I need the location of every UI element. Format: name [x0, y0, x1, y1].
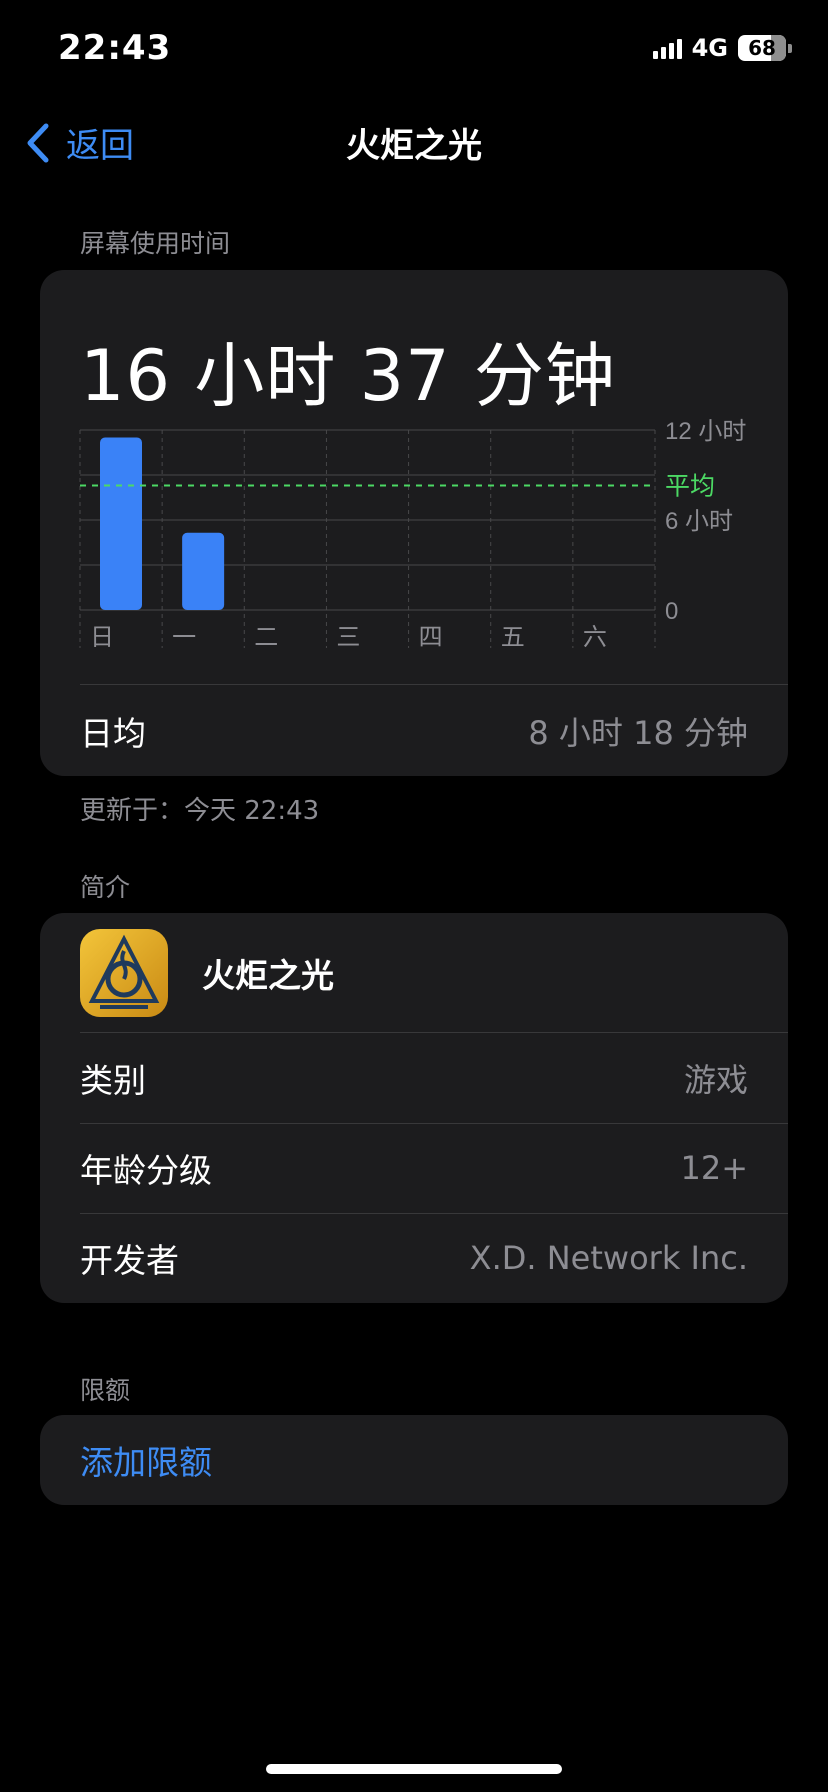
bar-1 — [182, 532, 225, 610]
bar-0 — [100, 437, 142, 610]
age-rating-label: 年龄分级 — [80, 1151, 212, 1190]
add-limit-button[interactable]: 添加限额 — [80, 1415, 212, 1505]
screen-time-section-header: 屏幕使用时间 — [80, 229, 231, 258]
status-time: 22:43 — [58, 28, 172, 68]
category-label: 类别 — [80, 1061, 146, 1100]
x-tick-label: 六 — [583, 624, 607, 650]
developer-value: X.D. Network Inc. — [469, 1239, 748, 1277]
battery-tip — [788, 43, 792, 53]
y-tick-label: 6 小时 — [665, 508, 733, 535]
category-value: 游戏 — [683, 1061, 748, 1099]
x-tick-label: 五 — [501, 624, 525, 650]
app-name: 火炬之光 — [202, 956, 334, 995]
screen-time-card: 16 小时 37 分钟 平均 12 小时 6 小时 0 日一二三四五六 日均 8 小时 … — [40, 270, 788, 776]
battery-level: 68 — [748, 36, 776, 60]
x-tick-label: 日 — [90, 624, 114, 650]
divider — [80, 684, 788, 685]
updated-timestamp: 更新于：今天 22:43 — [80, 796, 320, 826]
average-label: 平均 — [665, 473, 715, 501]
network-type: 4G — [691, 34, 728, 62]
cellular-signal-icon — [652, 37, 682, 59]
home-indicator[interactable] — [266, 1764, 562, 1774]
y-tick-label: 12 小时 — [665, 418, 746, 445]
status-indicators: 4G 68 — [652, 34, 792, 62]
daily-average-value: 8 小时 18 分钟 — [528, 714, 748, 752]
info-card: 火炬之光 类别 游戏 年龄分级 12+ 开发者 X.D. Network Inc… — [40, 913, 788, 1303]
x-tick-label: 三 — [336, 624, 360, 650]
developer-label: 开发者 — [80, 1241, 179, 1280]
developer-row: 开发者 X.D. Network Inc. — [40, 1213, 788, 1303]
app-icon — [80, 929, 168, 1017]
x-tick-label: 二 — [254, 624, 278, 650]
age-rating-value: 12+ — [680, 1149, 748, 1187]
limits-card: 添加限额 — [40, 1415, 788, 1505]
age-rating-row: 年龄分级 12+ — [40, 1123, 788, 1213]
x-tick-label: 四 — [419, 624, 443, 650]
x-tick-label: 一 — [172, 624, 196, 650]
info-section-header: 简介 — [80, 873, 131, 902]
daily-average-row: 日均 8 小时 18 分钟 — [40, 686, 788, 776]
y-tick-label: 0 — [665, 598, 678, 625]
battery-icon: 68 — [738, 35, 786, 61]
weekly-usage-chart[interactable]: 平均 12 小时 6 小时 0 日 一 二 三 四 五 六 — [40, 270, 788, 650]
daily-average-label: 日均 — [80, 714, 146, 753]
page-title: 火炬之光 — [346, 126, 482, 166]
limits-section-header: 限额 — [80, 1376, 131, 1405]
category-row: 类别 游戏 — [40, 1033, 788, 1123]
